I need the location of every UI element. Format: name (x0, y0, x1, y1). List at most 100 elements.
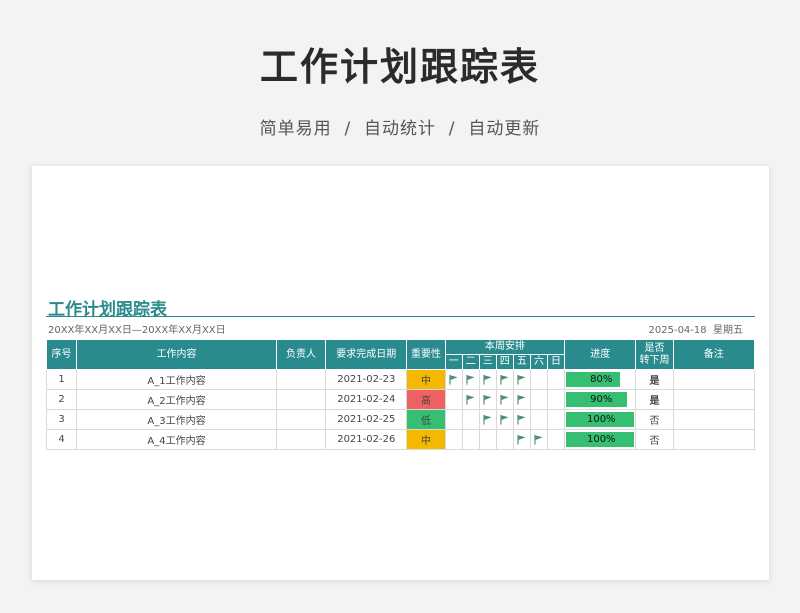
row-day-cell[interactable] (546, 369, 566, 390)
header-weekday[interactable]: 一 (444, 354, 463, 370)
row-day-cell[interactable] (495, 369, 514, 390)
flag-icon (483, 374, 492, 385)
row-owner[interactable] (275, 369, 327, 390)
flag-icon (534, 434, 544, 445)
flag-icon (449, 374, 458, 385)
row-importance[interactable]: 中 (406, 369, 446, 390)
flag-icon (517, 414, 526, 425)
row-owner[interactable] (275, 389, 327, 410)
header-owner[interactable]: 负责人 (275, 339, 327, 370)
row-due-date[interactable]: 2021-02-24 (325, 389, 408, 410)
header-weekday[interactable]: 四 (495, 354, 514, 370)
row-progress[interactable]: 80% (564, 369, 637, 390)
row-day-cell[interactable] (512, 429, 531, 450)
row-day-cell[interactable] (461, 409, 480, 430)
row-day-cell[interactable] (512, 369, 531, 390)
row-carry-over[interactable]: 是 (635, 369, 674, 390)
header-weekday[interactable]: 六 (529, 354, 548, 370)
row-notes[interactable] (672, 389, 756, 410)
row-day-cell[interactable] (444, 409, 463, 430)
flag-icon (500, 414, 509, 425)
header-weekday[interactable]: 二 (461, 354, 480, 370)
row-day-cell[interactable] (495, 429, 514, 450)
row-day-cell[interactable] (478, 409, 497, 430)
row-day-cell[interactable] (495, 389, 514, 410)
header-importance[interactable]: 重要性 (406, 339, 446, 370)
row-day-cell[interactable] (546, 409, 566, 430)
header-content[interactable]: 工作内容 (76, 339, 277, 370)
row-day-cell[interactable] (546, 389, 566, 410)
spreadsheet-preview: 工作计划跟踪表 20XX年XX月XX日—20XX年XX月XX日 2025-04-… (32, 166, 769, 580)
row-notes[interactable] (672, 409, 756, 430)
flag-icon (517, 394, 526, 405)
row-day-cell[interactable] (529, 409, 548, 430)
row-day-cell[interactable] (478, 389, 497, 410)
row-index[interactable]: 1 (45, 369, 78, 390)
row-day-cell[interactable] (461, 429, 480, 450)
row-day-cell[interactable] (529, 369, 548, 390)
row-importance[interactable]: 中 (406, 429, 446, 450)
header-notes[interactable]: 备注 (672, 339, 756, 370)
row-day-cell[interactable] (444, 429, 463, 450)
header-weekday[interactable]: 五 (512, 354, 531, 370)
row-due-date[interactable]: 2021-02-25 (325, 409, 408, 430)
row-owner[interactable] (275, 409, 327, 430)
progress-label: 80% (590, 373, 613, 385)
row-progress[interactable]: 90% (564, 389, 637, 410)
row-owner[interactable] (275, 429, 327, 450)
row-index[interactable]: 3 (45, 409, 78, 430)
flag-icon (483, 414, 492, 425)
row-day-cell[interactable] (478, 429, 497, 450)
row-progress[interactable]: 100% (564, 429, 637, 450)
table-row: 2 A_2工作内容 2021-02-24 高 90% 是 (45, 389, 756, 410)
header-due-date[interactable]: 要求完成日期 (325, 339, 408, 370)
row-day-cell[interactable] (444, 389, 463, 410)
date-range: 20XX年XX月XX日—20XX年XX月XX日 (48, 325, 226, 336)
header-week-schedule[interactable]: 本周安排 (444, 339, 566, 355)
progress-label: 90% (590, 393, 613, 405)
row-day-cell[interactable] (529, 389, 548, 410)
flag-icon (517, 434, 526, 445)
row-importance[interactable]: 低 (406, 409, 446, 430)
row-day-cell[interactable] (546, 429, 566, 450)
row-day-cell[interactable] (529, 429, 548, 450)
row-day-cell[interactable] (495, 409, 514, 430)
header-weekday[interactable]: 日 (546, 354, 566, 370)
row-index[interactable]: 4 (45, 429, 78, 450)
row-index[interactable]: 2 (45, 389, 78, 410)
row-day-cell[interactable] (512, 409, 531, 430)
row-carry-over[interactable]: 否 (635, 409, 674, 430)
hero-subtitle: 简单易用 / 自动统计 / 自动更新 (259, 119, 541, 139)
row-day-cell[interactable] (512, 389, 531, 410)
row-day-cell[interactable] (461, 389, 480, 410)
table-row: 1 A_1工作内容 2021-02-23 中 80% 是 (45, 369, 756, 390)
header-weekday[interactable]: 三 (478, 354, 497, 370)
header-progress[interactable]: 进度 (564, 339, 637, 370)
row-carry-over[interactable]: 否 (635, 429, 674, 450)
table-body: 1 A_1工作内容 2021-02-23 中 80% 是 2 A_2工作内容 2021-02-2… (45, 369, 756, 450)
row-day-cell[interactable] (444, 369, 463, 390)
progress-label: 100% (586, 433, 616, 445)
header-index[interactable]: 序号 (45, 339, 78, 370)
row-notes[interactable] (672, 429, 756, 450)
flag-icon (500, 394, 509, 405)
title-underline (46, 316, 755, 317)
row-day-cell[interactable] (478, 369, 497, 390)
flag-icon (483, 394, 492, 405)
row-content[interactable]: A_1工作内容 (76, 369, 277, 390)
table-row: 4 A_4工作内容 2021-02-26 中 100% 否 (45, 429, 756, 450)
header-carry-over[interactable]: 是否 转下周 (635, 339, 674, 370)
row-notes[interactable] (672, 369, 756, 390)
row-carry-over[interactable]: 是 (635, 389, 674, 410)
row-importance[interactable]: 高 (406, 389, 446, 410)
row-content[interactable]: A_2工作内容 (76, 389, 277, 410)
row-due-date[interactable]: 2021-02-23 (325, 369, 408, 390)
row-day-cell[interactable] (461, 369, 480, 390)
row-due-date[interactable]: 2021-02-26 (325, 429, 408, 450)
current-date: 2025-04-18 星期五 (648, 325, 743, 336)
hero-title: 工作计划跟踪表 (259, 45, 540, 89)
row-content[interactable]: A_4工作内容 (76, 429, 277, 450)
row-content[interactable]: A_3工作内容 (76, 409, 277, 430)
row-progress[interactable]: 100% (564, 409, 637, 430)
work-plan-table: 序号 工作内容 负责人 要求完成日期 重要性 本周安排 进度 是否 转下周 备注… (45, 339, 756, 450)
